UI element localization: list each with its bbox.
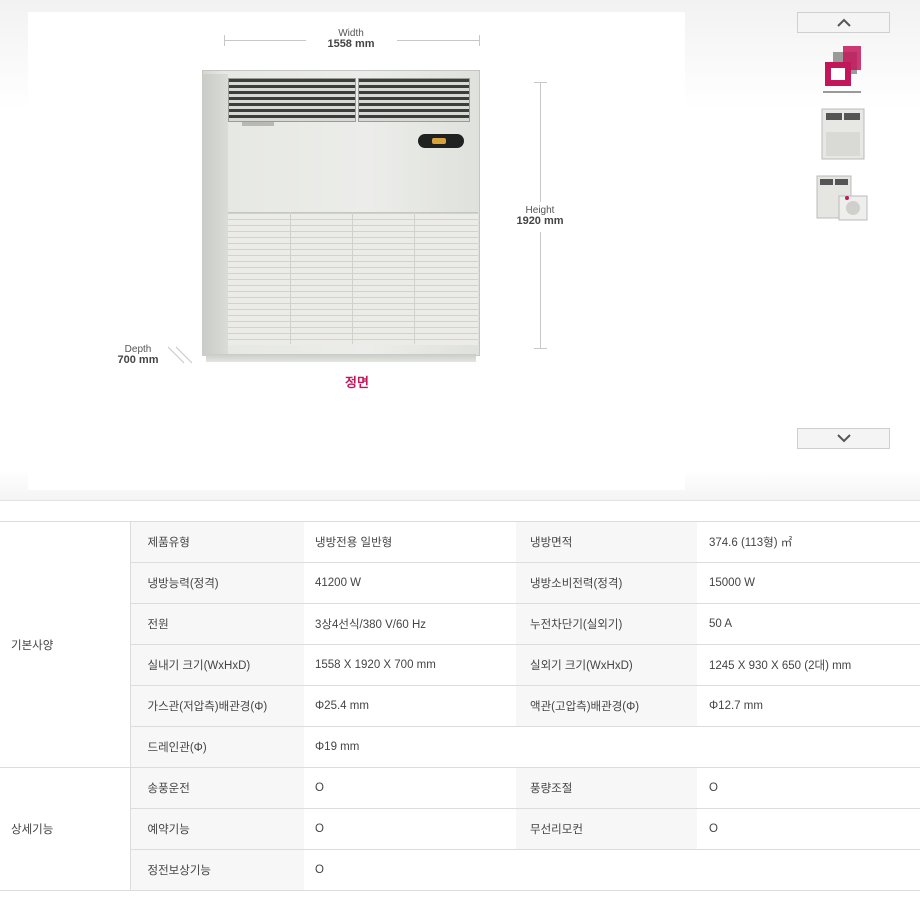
- spec-row: 가스관(저압측)배관경(Φ) Φ25.4 mm 액관(고압측)배관경(Φ) Φ12.7…: [0, 685, 920, 727]
- chevron-up-icon: [837, 18, 851, 27]
- indoor-outdoor-set-thumbnail: [816, 175, 868, 221]
- spec-label: 풍량조절: [516, 767, 697, 809]
- unit-display-panel: [418, 134, 464, 148]
- depth-value: 700 mm: [117, 354, 159, 366]
- spec-row: 실내기 크기(WxHxD) 1558 X 1920 X 700 mm 실외기 크기(…: [0, 644, 920, 686]
- spec-value: O: [304, 849, 516, 891]
- top-vent-left: [228, 78, 356, 122]
- spec-category: 상세기능: [0, 767, 131, 891]
- height-dimension: Height 1920 mm: [506, 205, 574, 227]
- thumbnail-scroll-down-button[interactable]: [797, 428, 890, 449]
- grille-divider: [414, 212, 415, 344]
- thumbnail-dimension-view[interactable]: [813, 42, 871, 100]
- height-value: 1920 mm: [516, 215, 564, 227]
- spec-label: 정전보상기능: [130, 849, 304, 891]
- spec-label: 냉방소비전력(정격): [516, 562, 697, 604]
- spec-row: 드레인관(Φ) Φ19 mm: [0, 726, 920, 768]
- height-guide-line-bottom: [540, 232, 541, 348]
- spec-value: Φ19 mm: [304, 726, 516, 768]
- spec-label: 드레인관(Φ): [130, 726, 304, 768]
- spec-value: 1245 X 930 X 650 (2대) mm: [697, 644, 920, 686]
- spec-row: 정전보상기능 O: [0, 849, 920, 891]
- depth-guide-line: [167, 346, 193, 364]
- spec-label: 가스관(저압측)배관경(Φ): [130, 685, 304, 727]
- thumbnail-front-view[interactable]: [813, 106, 871, 164]
- depth-dimension: Depth 700 mm: [110, 344, 166, 366]
- spec-value: O: [697, 767, 920, 809]
- spec-label: 무선리모컨: [516, 808, 697, 850]
- spec-label: 냉방능력(정격): [130, 562, 304, 604]
- width-guide-tick-left: [224, 35, 225, 46]
- spec-label: [516, 726, 697, 768]
- thumbnail-scroll-up-button[interactable]: [797, 12, 890, 33]
- spec-value: 15000 W: [697, 562, 920, 604]
- grille-divider: [352, 212, 353, 344]
- unit-base: [206, 354, 476, 362]
- width-guide-tick-right: [479, 35, 480, 46]
- spec-value: 3상4선식/380 V/60 Hz: [304, 603, 516, 645]
- dimension-diagram-icon: [823, 46, 861, 93]
- height-guide-line-top: [540, 82, 541, 202]
- unit-side-panel: [202, 74, 228, 356]
- spec-value: [697, 726, 920, 768]
- spec-value: [697, 849, 920, 891]
- spec-row: 전원 3상4선식/380 V/60 Hz 누전차단기(실외기) 50 A: [0, 603, 920, 645]
- spec-category: 기본사양: [0, 521, 131, 768]
- spec-row: 상세기능 송풍운전 O 풍량조절 O: [0, 767, 920, 891]
- view-caption: 정면: [345, 375, 369, 390]
- spec-value: 1558 X 1920 X 700 mm: [304, 644, 516, 686]
- grille-divider: [290, 212, 291, 344]
- spec-label: 실내기 크기(WxHxD): [130, 644, 304, 686]
- spec-label: 예약기능: [130, 808, 304, 850]
- spec-label: 전원: [130, 603, 304, 645]
- spec-label: 액관(고압측)배관경(Φ): [516, 685, 697, 727]
- product-gallery: Width 1558 mm Height 1920 mm Depth 700 m…: [0, 0, 920, 501]
- height-guide-tick-bottom: [534, 348, 547, 349]
- spec-label: [516, 849, 697, 891]
- spec-value: 50 A: [697, 603, 920, 645]
- spec-row: 예약기능 O 무선리모컨 O: [0, 808, 920, 850]
- spec-label: 송풍운전: [130, 767, 304, 809]
- spec-value: O: [697, 808, 920, 850]
- spec-label: 제품유형: [130, 521, 304, 563]
- spec-value: O: [304, 767, 516, 809]
- spec-value: Φ12.7 mm: [697, 685, 920, 727]
- brand-plate: [242, 122, 274, 126]
- spec-value: Φ25.4 mm: [304, 685, 516, 727]
- air-conditioner-illustration: [202, 70, 480, 362]
- spec-row: 기본사양 제품유형 냉방전용 일반형 냉방면적 374.6 (113형) ㎡: [0, 521, 920, 768]
- spec-label: 실외기 크기(WxHxD): [516, 644, 697, 686]
- spec-value: 41200 W: [304, 562, 516, 604]
- spec-value: O: [304, 808, 516, 850]
- spec-row: 냉방능력(정격) 41200 W 냉방소비전력(정격) 15000 W: [0, 562, 920, 604]
- width-guide-line-left: [224, 40, 306, 41]
- spec-value: 374.6 (113형) ㎡: [697, 521, 920, 563]
- front-grille: [228, 212, 478, 345]
- chevron-down-icon: [837, 434, 851, 443]
- top-vent-right: [358, 78, 470, 122]
- indoor-unit-thumbnail: [821, 108, 865, 160]
- spec-label: 누전차단기(실외기): [516, 603, 697, 645]
- spec-label: 냉방면적: [516, 521, 697, 563]
- thumbnail-set-view[interactable]: [813, 170, 871, 228]
- specification-table: 기본사양 제품유형 냉방전용 일반형 냉방면적 374.6 (113형) ㎡ 냉방능력(정…: [0, 521, 920, 891]
- width-guide-line-right: [397, 40, 479, 41]
- spec-value: 냉방전용 일반형: [304, 521, 516, 563]
- width-dimension: Width 1558 mm: [305, 28, 397, 50]
- width-value: 1558 mm: [327, 38, 375, 50]
